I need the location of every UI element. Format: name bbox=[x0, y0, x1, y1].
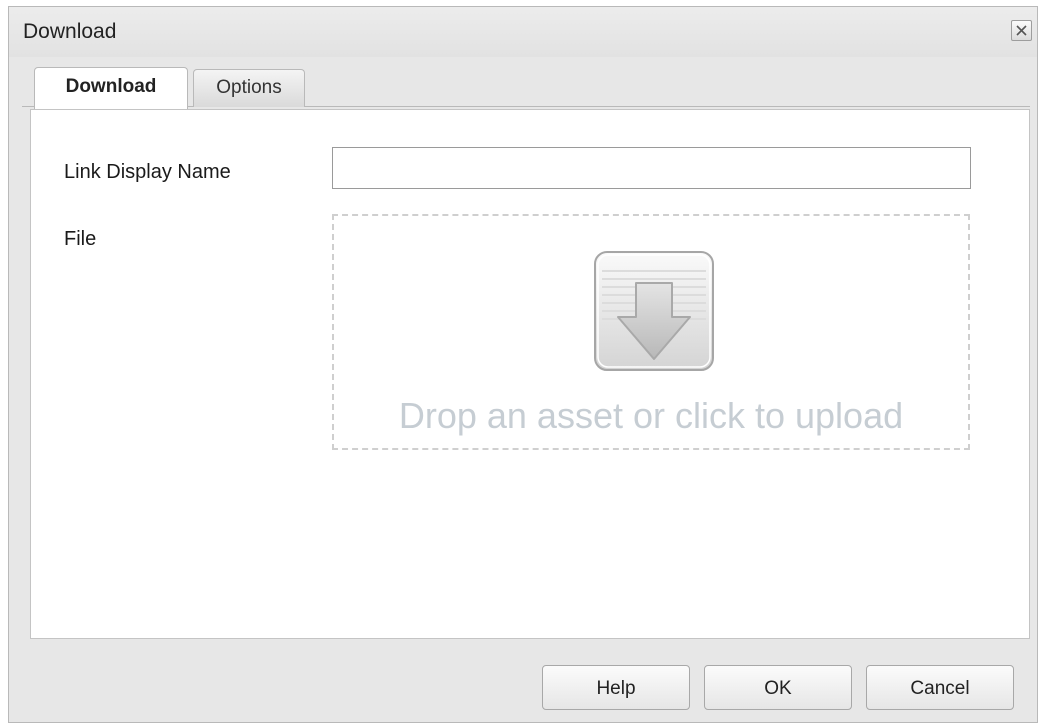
tab-options[interactable]: Options bbox=[193, 69, 305, 107]
dialog-title: Download bbox=[23, 20, 117, 43]
tab-strip: Download Options bbox=[22, 57, 1030, 109]
download-tab-panel: Link Display Name File Drop an asset or … bbox=[30, 109, 1030, 639]
dropzone-text: Drop an asset or click to upload bbox=[398, 395, 904, 436]
cancel-button[interactable]: Cancel bbox=[866, 665, 1014, 710]
download-arrow-icon bbox=[594, 251, 714, 371]
close-button[interactable] bbox=[1011, 20, 1032, 41]
link-display-name-input[interactable] bbox=[332, 147, 971, 189]
file-label: File bbox=[64, 228, 97, 250]
file-dropzone[interactable]: Drop an asset or click to upload bbox=[332, 214, 970, 450]
tab-download[interactable]: Download bbox=[34, 67, 188, 109]
dialog-footer: Help OK Cancel bbox=[9, 641, 1037, 723]
close-icon bbox=[1016, 25, 1027, 36]
dialog-titlebar[interactable]: Download bbox=[9, 7, 1037, 57]
ok-button[interactable]: OK bbox=[704, 665, 852, 710]
link-display-name-label: Link Display Name bbox=[64, 161, 231, 183]
download-dialog: Download Download Options Link Display N… bbox=[8, 6, 1038, 723]
help-button[interactable]: Help bbox=[542, 665, 690, 710]
